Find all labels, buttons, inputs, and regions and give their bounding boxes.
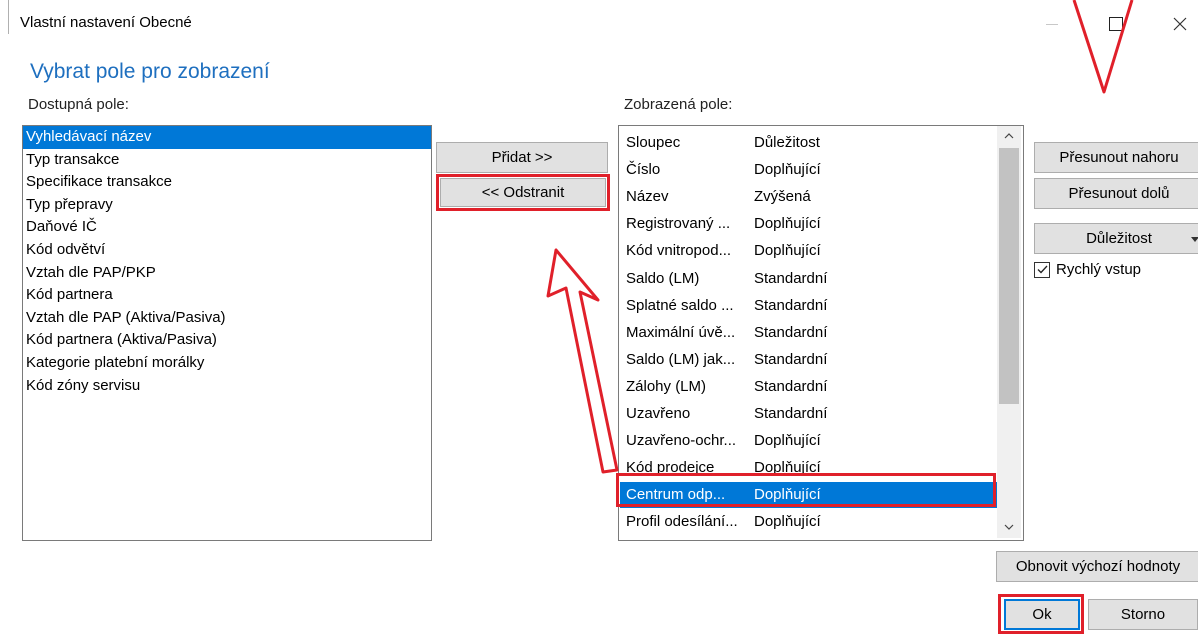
arrow-down-icon (1072, 0, 1134, 94)
annotation-arrows (546, 0, 1134, 474)
arrow-up-icon (546, 248, 619, 474)
